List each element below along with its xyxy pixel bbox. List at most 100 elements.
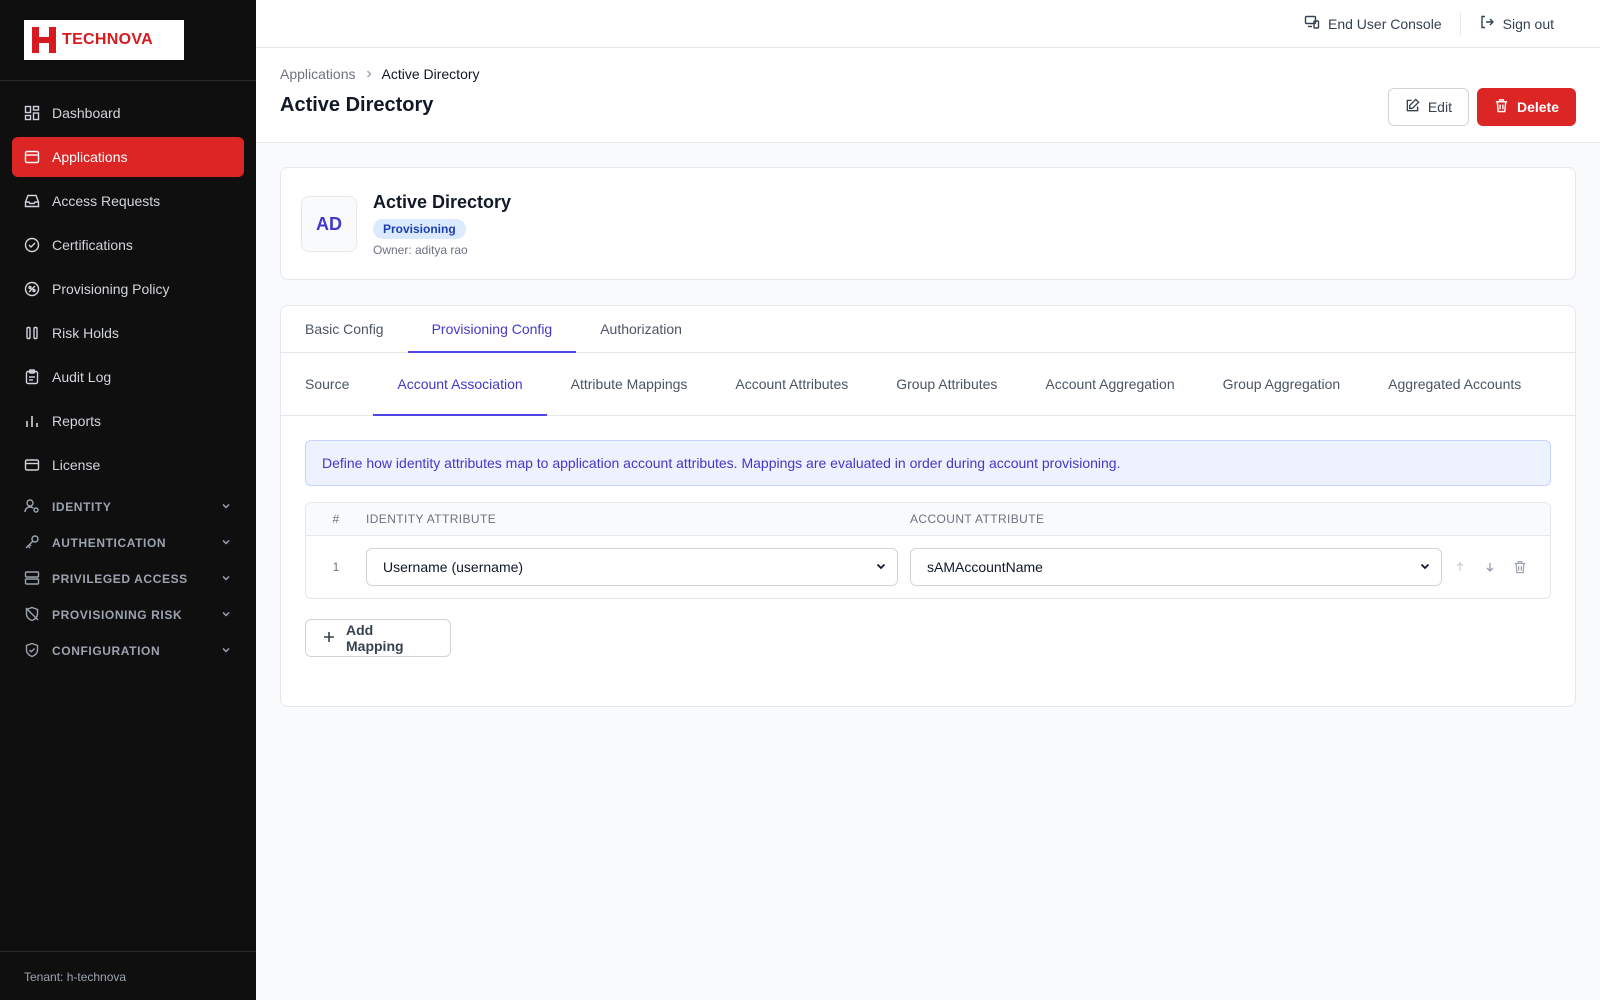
status-badge: Provisioning — [373, 219, 466, 239]
sidebar-item-applications[interactable]: Applications — [12, 137, 244, 177]
subtab-group-aggregation[interactable]: Group Aggregation — [1199, 353, 1365, 416]
account-attribute-select[interactable]: sAMAccountName — [910, 548, 1442, 586]
sidebar-item-label: Risk Holds — [52, 325, 119, 341]
chevron-down-icon — [875, 559, 887, 575]
applications-icon — [24, 149, 40, 165]
row-actions — [1452, 559, 1528, 575]
subtab-aggregated-accounts[interactable]: Aggregated Accounts — [1364, 353, 1545, 416]
subtab-account-attributes[interactable]: Account Attributes — [711, 353, 872, 416]
sidebar-item-access-requests[interactable]: Access Requests — [12, 181, 244, 221]
arrow-up-icon[interactable] — [1452, 559, 1468, 575]
edit-icon — [1405, 98, 1420, 116]
sidebar-item-label: Access Requests — [52, 193, 161, 209]
sidebar-section-configuration[interactable]: CONFIGURATION — [12, 633, 244, 669]
sidebar-item-certifications[interactable]: Certifications — [12, 225, 244, 265]
application-summary-card: AD Active Directory Provisioning Owner: … — [280, 167, 1576, 280]
brand-logo-mark — [32, 27, 56, 53]
shield-off-icon — [24, 606, 40, 625]
logo-area: TECHNOVA — [0, 0, 256, 81]
sidebar-section-privileged-access[interactable]: PRIVILEGED ACCESS — [12, 561, 244, 597]
sidebar-item-label: Dashboard — [52, 105, 121, 121]
plus-icon — [322, 630, 336, 647]
subtab-group-attributes[interactable]: Group Attributes — [872, 353, 1021, 416]
sidebar-section-provisioning-risk[interactable]: PROVISIONING RISK — [12, 597, 244, 633]
breadcrumb: Applications Active Directory — [280, 66, 1576, 82]
config-tabs: Basic Config Provisioning Config Authori… — [281, 306, 1575, 353]
topbar: End User Console Sign out — [256, 0, 1600, 48]
chevron-down-icon — [220, 572, 232, 587]
column-header-account-attribute: ACCOUNT ATTRIBUTE — [910, 512, 1045, 526]
devices-icon — [1304, 14, 1320, 33]
policy-icon — [24, 281, 40, 297]
sidebar-item-label: Audit Log — [52, 369, 112, 385]
app-owner: Owner: aditya rao — [373, 243, 468, 257]
sidebar-item-reports[interactable]: Reports — [12, 401, 244, 441]
mapping-table-header: # IDENTITY ATTRIBUTE ACCOUNT ATTRIBUTE — [306, 503, 1550, 536]
chevron-right-icon — [364, 66, 374, 82]
trash-icon — [1494, 98, 1509, 116]
chevron-down-icon — [220, 536, 232, 551]
sidebar-item-label: Reports — [52, 413, 102, 429]
clipboard-icon — [24, 369, 40, 385]
sidebar-item-risk-holds[interactable]: Risk Holds — [12, 313, 244, 353]
server-icon — [24, 570, 40, 589]
bar-chart-icon — [24, 413, 40, 429]
tab-provisioning-config[interactable]: Provisioning Config — [407, 306, 577, 353]
subtab-source[interactable]: Source — [281, 353, 373, 416]
sign-out-link[interactable]: Sign out — [1461, 14, 1572, 33]
sidebar-section-label: PRIVILEGED ACCESS — [52, 572, 188, 586]
sidebar-item-label: Certifications — [52, 237, 133, 253]
end-user-console-link[interactable]: End User Console — [1286, 14, 1460, 33]
table-row: 1 Username (username) sAMAccountName — [306, 536, 1550, 598]
page-title: Active Directory — [280, 94, 434, 116]
account-attribute-value: sAMAccountName — [927, 559, 1043, 575]
brand-logo[interactable]: TECHNOVA — [24, 20, 184, 60]
license-icon — [24, 457, 40, 473]
sidebar-item-label: License — [52, 457, 101, 473]
subtab-account-association[interactable]: Account Association — [373, 353, 547, 416]
breadcrumb-applications[interactable]: Applications — [280, 66, 356, 82]
edit-button[interactable]: Edit — [1387, 88, 1469, 126]
brand-name: TECHNOVA — [62, 31, 153, 48]
tab-authorization[interactable]: Authorization — [576, 306, 706, 353]
sidebar-item-label: Provisioning Policy — [52, 281, 170, 297]
chevron-down-icon — [220, 644, 232, 659]
column-header-number: # — [332, 512, 340, 526]
sidebar-item-license[interactable]: License — [12, 445, 244, 485]
trash-icon[interactable] — [1512, 559, 1528, 575]
sidebar-nav: Dashboard Applications Access Requests C… — [0, 81, 256, 669]
app-summary-info: Active Directory Provisioning Owner: adi… — [373, 192, 511, 257]
breadcrumb-current: Active Directory — [381, 66, 480, 82]
sidebar: TECHNOVA Dashboard Applications Access R… — [0, 0, 256, 1000]
tab-basic-config[interactable]: Basic Config — [281, 306, 408, 353]
subtab-attribute-mappings[interactable]: Attribute Mappings — [547, 353, 712, 416]
chevron-down-icon — [220, 608, 232, 623]
sidebar-section-label: CONFIGURATION — [52, 644, 161, 658]
sidebar-section-label: IDENTITY — [52, 500, 112, 514]
row-number: 1 — [332, 560, 340, 574]
chevron-down-icon — [220, 500, 232, 515]
column-header-identity-attribute: IDENTITY ATTRIBUTE — [366, 512, 497, 526]
delete-button[interactable]: Delete — [1476, 88, 1576, 126]
add-mapping-button[interactable]: Add Mapping — [305, 619, 451, 657]
sign-out-label: Sign out — [1502, 15, 1554, 32]
chevron-down-icon — [1419, 559, 1431, 575]
arrow-down-icon[interactable] — [1482, 559, 1498, 575]
sidebar-section-label: AUTHENTICATION — [52, 536, 167, 550]
sidebar-item-dashboard[interactable]: Dashboard — [12, 93, 244, 133]
shield-check-icon — [24, 642, 40, 661]
identity-attribute-select[interactable]: Username (username) — [366, 548, 898, 586]
sidebar-section-identity[interactable]: IDENTITY — [12, 489, 244, 525]
sidebar-section-authentication[interactable]: AUTHENTICATION — [12, 525, 244, 561]
end-user-console-label: End User Console — [1328, 15, 1442, 32]
identity-attribute-value: Username (username) — [383, 559, 524, 575]
mapping-table: # IDENTITY ATTRIBUTE ACCOUNT ATTRIBUTE 1… — [305, 502, 1551, 599]
app-avatar: AD — [301, 196, 357, 252]
sidebar-item-audit-log[interactable]: Audit Log — [12, 357, 244, 397]
add-mapping-label: Add Mapping — [346, 622, 404, 654]
pause-icon — [24, 325, 40, 341]
edit-label: Edit — [1427, 99, 1452, 115]
subtab-account-aggregation[interactable]: Account Aggregation — [1021, 353, 1198, 416]
sidebar-item-provisioning-policy[interactable]: Provisioning Policy — [12, 269, 244, 309]
dashboard-icon — [24, 105, 40, 121]
